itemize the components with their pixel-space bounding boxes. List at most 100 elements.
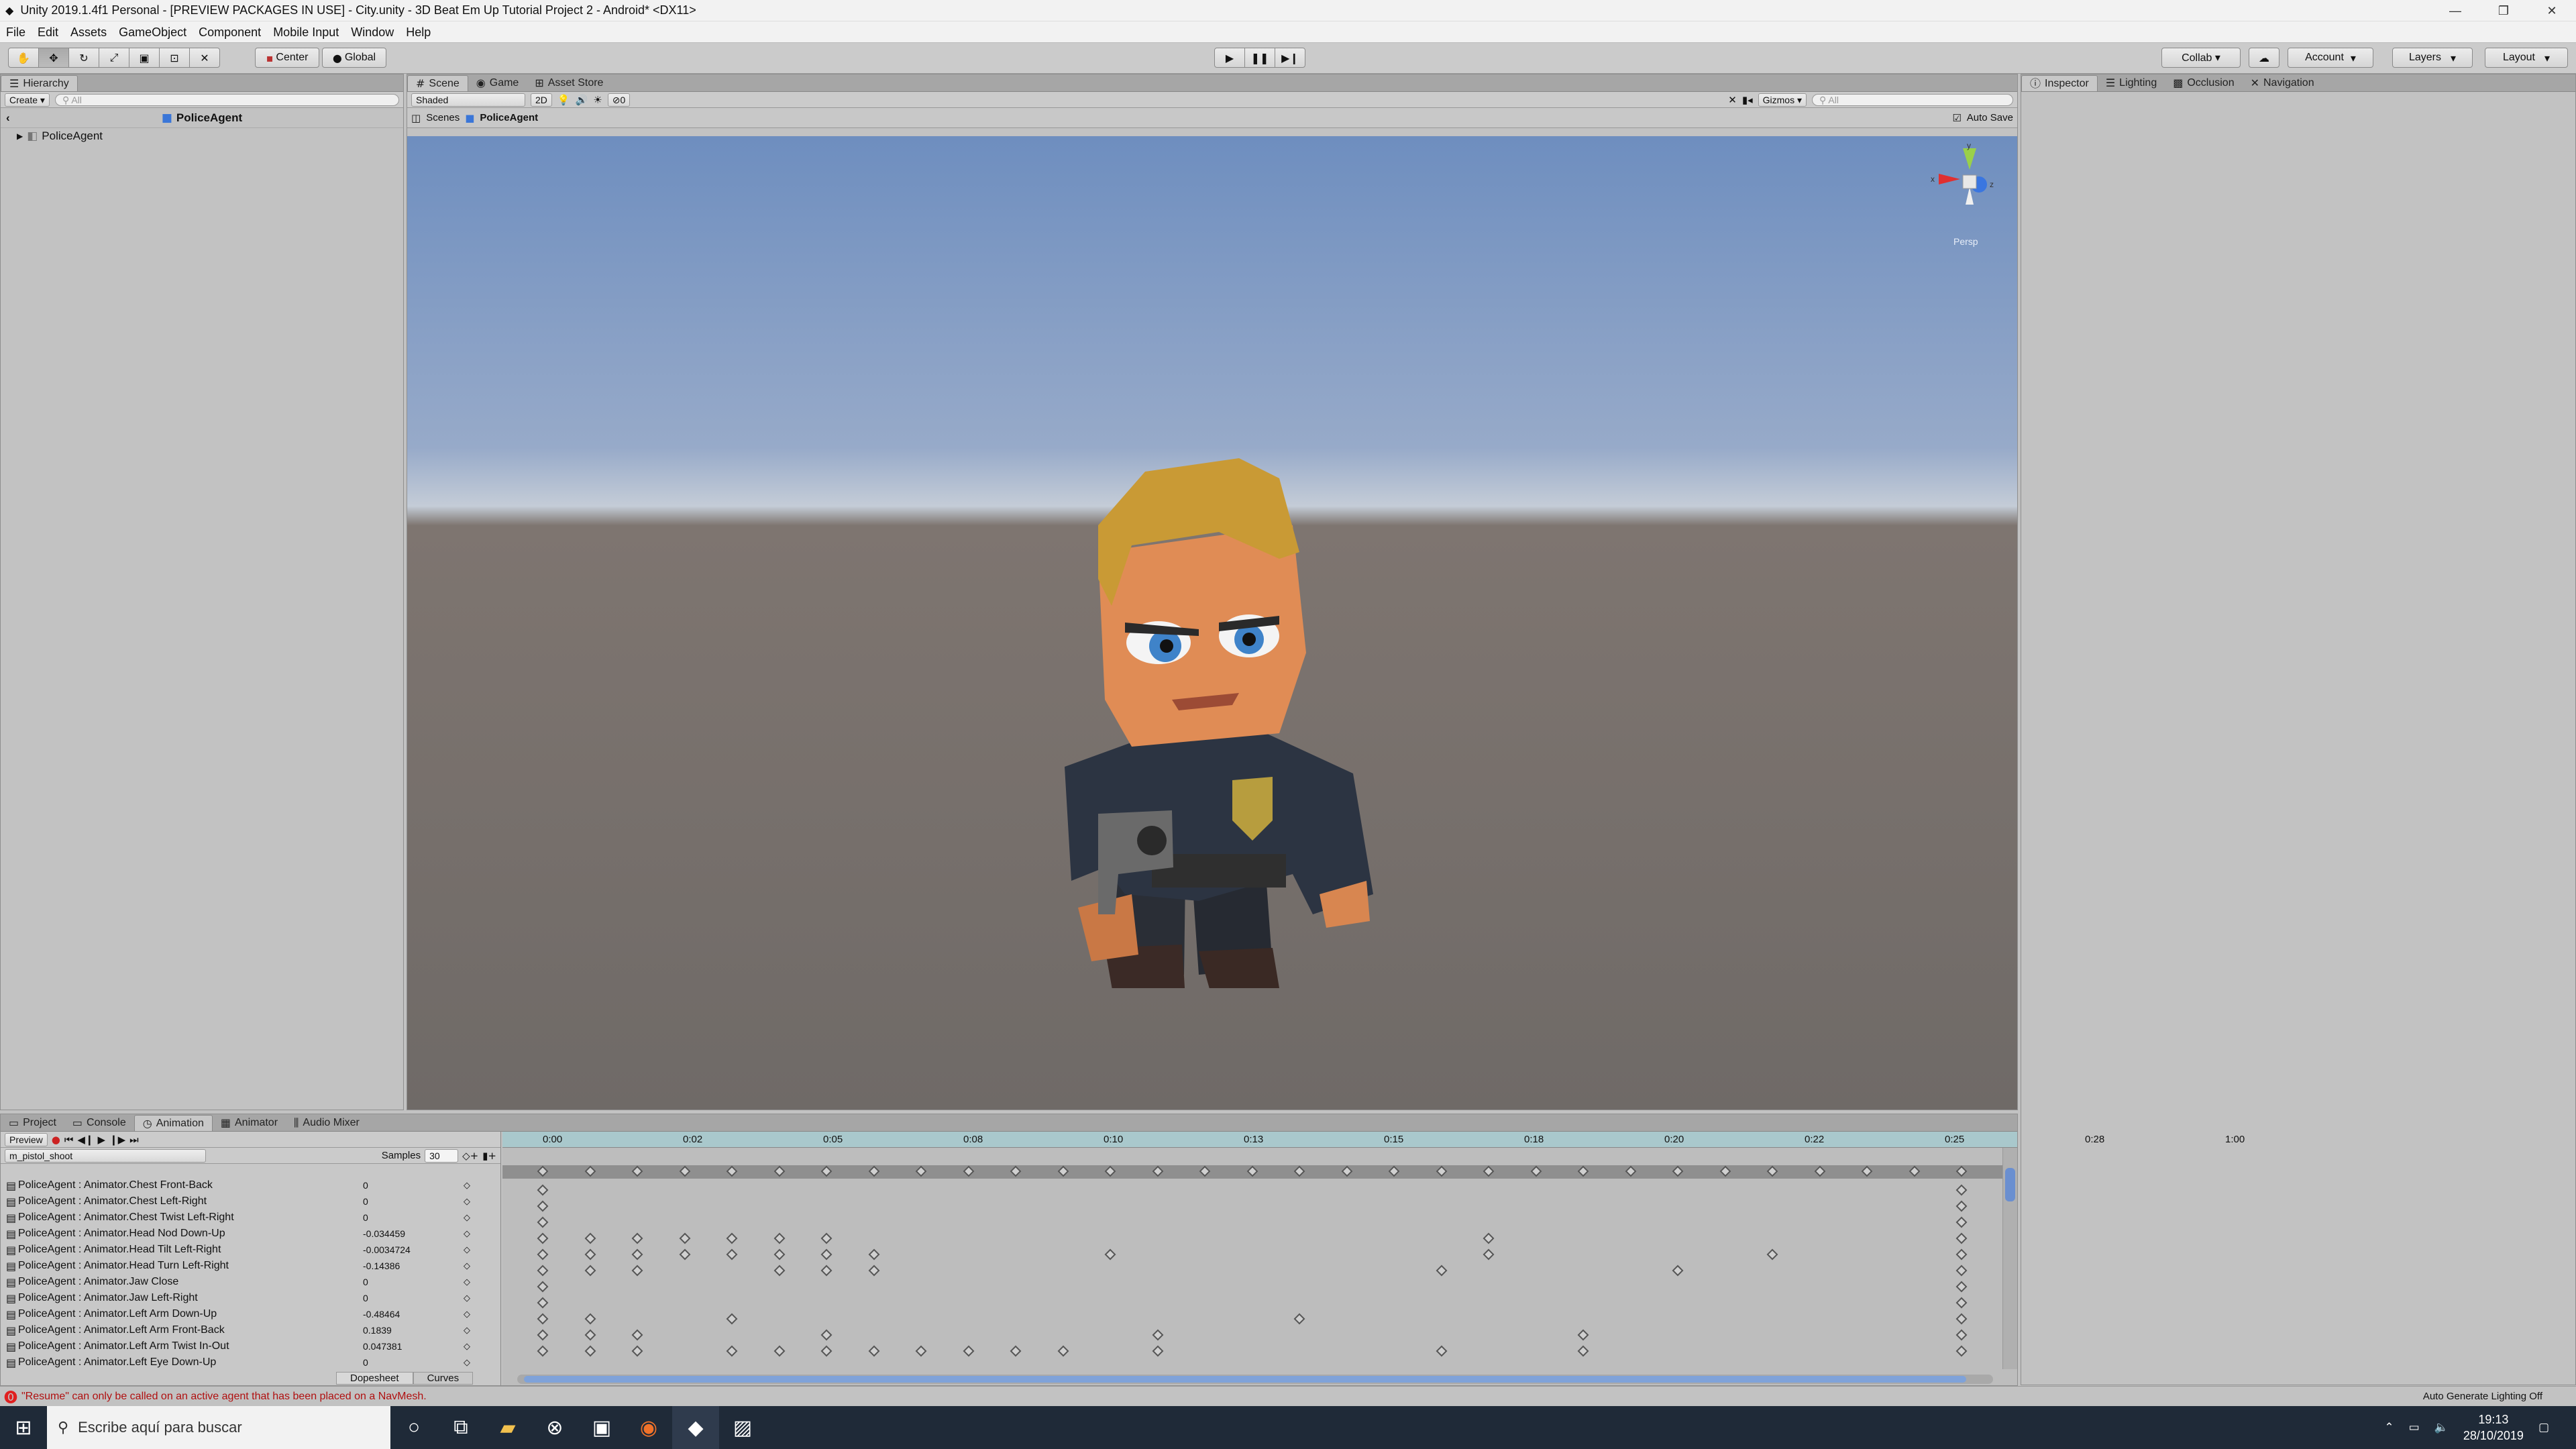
pivot-center-button[interactable]: ▪ Center	[255, 48, 319, 68]
network-icon[interactable]: ▭	[2409, 1421, 2420, 1434]
property-value[interactable]: 0	[363, 1212, 464, 1223]
breadcrumb-scenes[interactable]: Scenes	[426, 112, 460, 123]
property-row[interactable]: ▤ PoliceAgent : Animator.Chest Left-Right…	[1, 1193, 500, 1210]
keyframe-icon[interactable]	[1104, 1248, 1116, 1260]
tab-dopesheet[interactable]: Dopesheet	[336, 1371, 413, 1385]
keyframe-icon[interactable]	[1530, 1165, 1542, 1177]
keyframe-icon[interactable]	[1955, 1345, 1968, 1357]
key-toggle-icon[interactable]: ◇	[464, 1181, 470, 1191]
keyframe-icon[interactable]	[1483, 1232, 1495, 1244]
property-row[interactable]: ▤ PoliceAgent : Animator.Chest Front-Back…	[1, 1177, 500, 1193]
property-row[interactable]: ▤ PoliceAgent : Animator.Chest Twist Left…	[1, 1210, 500, 1226]
property-value[interactable]: 0	[363, 1180, 464, 1191]
keyframe-icon[interactable]	[1766, 1248, 1778, 1260]
close-button[interactable]: ✕	[2528, 0, 2576, 21]
lighting-status[interactable]: Auto Generate Lighting Off	[2423, 1391, 2542, 1402]
transform-tool-button[interactable]: ⊡	[159, 48, 190, 68]
property-row[interactable]: ▤ PoliceAgent : Animator.Jaw Close 0 ◇	[1, 1274, 500, 1290]
tab-hierarchy[interactable]: ☰ Hierarchy	[1, 75, 78, 91]
lighting-toggle-icon[interactable]: 💡	[557, 94, 570, 106]
keyframe-icon[interactable]	[1955, 1165, 1968, 1177]
keyframe-icon[interactable]	[773, 1345, 785, 1357]
audio-toggle-icon[interactable]: 🔊	[576, 94, 588, 106]
keyframe-icon[interactable]	[1483, 1248, 1495, 1260]
keyframe-icon[interactable]	[773, 1165, 785, 1177]
create-dropdown[interactable]: Create ▾	[5, 93, 50, 107]
property-row[interactable]: ▤ PoliceAgent : Animator.Head Turn Left-R…	[1, 1258, 500, 1274]
key-toggle-icon[interactable]: ◇	[464, 1293, 470, 1303]
account-dropdown[interactable]: Account ▾	[2288, 48, 2373, 68]
keyframe-icon[interactable]	[1577, 1329, 1589, 1341]
keyframe-icon[interactable]	[1388, 1165, 1400, 1177]
keyframe-icon[interactable]	[584, 1265, 596, 1277]
keyframe-icon[interactable]	[679, 1232, 690, 1244]
property-row[interactable]: ▤ PoliceAgent : Animator.Left Arm Twist I…	[1, 1338, 500, 1354]
keyframe-icon[interactable]	[1483, 1165, 1495, 1177]
keyframe-icon[interactable]	[1955, 1200, 1968, 1212]
play-icon[interactable]: ▶	[98, 1134, 106, 1146]
keyframe-icon[interactable]	[726, 1313, 738, 1325]
keyframe-icon[interactable]	[1152, 1345, 1163, 1357]
menu-file[interactable]: File	[0, 21, 32, 43]
tools-icon[interactable]: ✕	[1728, 94, 1737, 106]
keyframe-icon[interactable]	[537, 1232, 549, 1244]
keyframe-icon[interactable]	[1293, 1165, 1305, 1177]
keyframe-icon[interactable]	[537, 1313, 549, 1325]
keyframe-icon[interactable]	[1672, 1265, 1684, 1277]
tab-project[interactable]: ▭ Project	[1, 1115, 64, 1131]
tab-lighting[interactable]: ☰ Lighting	[2098, 75, 2165, 91]
status-message[interactable]: "Resume" can only be called on an active…	[21, 1391, 427, 1403]
keyframe-icon[interactable]	[773, 1232, 785, 1244]
keyframe-icon[interactable]	[631, 1165, 643, 1177]
keyframe-icon[interactable]	[537, 1297, 549, 1309]
keyframe-icon[interactable]	[1861, 1165, 1873, 1177]
property-row[interactable]: ▤ PoliceAgent : Animator.Head Tilt Left-R…	[1, 1242, 500, 1258]
tab-animation[interactable]: ◷ Animation	[133, 1115, 213, 1131]
unity-taskbar-icon[interactable]: ◆	[672, 1406, 719, 1449]
first-key-icon[interactable]: ⏮	[64, 1134, 74, 1146]
add-event-icon[interactable]: ▮+	[482, 1150, 496, 1162]
keyframe-icon[interactable]	[1577, 1165, 1589, 1177]
keyframe-icon[interactable]	[584, 1329, 596, 1341]
expand-arrow-icon[interactable]: ▶	[17, 131, 23, 141]
tab-game[interactable]: ◉ Game	[468, 75, 527, 91]
keyframe-icon[interactable]	[868, 1165, 879, 1177]
hidden-objects-toggle[interactable]: ⊘0	[607, 93, 631, 107]
keyframe-icon[interactable]	[584, 1232, 596, 1244]
keyframe-icon[interactable]	[537, 1329, 549, 1341]
property-row[interactable]: ▤ PoliceAgent : Animator.Head Nod Down-Up…	[1, 1226, 500, 1242]
keyframe-icon[interactable]	[631, 1345, 643, 1357]
keyframe-icon[interactable]	[1955, 1216, 1968, 1228]
key-toggle-icon[interactable]: ◇	[464, 1326, 470, 1336]
tab-curves[interactable]: Curves	[413, 1371, 474, 1385]
property-value[interactable]: -0.034459	[363, 1228, 464, 1239]
layers-dropdown[interactable]: Layers ▾	[2392, 48, 2473, 68]
keyframe-icon[interactable]	[537, 1216, 549, 1228]
xbox-icon[interactable]: ⊗	[531, 1406, 578, 1449]
keyframe-icon[interactable]	[1293, 1313, 1305, 1325]
keyframe-icon[interactable]	[1436, 1165, 1447, 1177]
keyframe-icon[interactable]	[773, 1265, 785, 1277]
volume-icon[interactable]: 🔈	[2434, 1421, 2449, 1434]
keyframe-icon[interactable]	[1057, 1345, 1069, 1357]
tab-occlusion[interactable]: ▩ Occlusion	[2165, 75, 2242, 91]
keyframe-icon[interactable]	[1814, 1165, 1825, 1177]
record-icon[interactable]: ●	[52, 1134, 60, 1146]
keyframes-area[interactable]	[502, 1132, 2002, 1373]
step-button[interactable]: ▶❙	[1275, 48, 1305, 68]
menu-window[interactable]: Window	[345, 21, 400, 43]
keyframe-icon[interactable]	[631, 1248, 643, 1260]
samples-input[interactable]: 30	[425, 1148, 459, 1163]
tab-console[interactable]: ▭ Console	[64, 1115, 134, 1131]
keyframe-icon[interactable]	[726, 1165, 738, 1177]
key-toggle-icon[interactable]: ◇	[464, 1213, 470, 1223]
scale-tool-button[interactable]: ⤢	[99, 48, 129, 68]
prev-key-icon[interactable]: ◀❙	[77, 1134, 93, 1146]
keyframe-icon[interactable]	[1955, 1248, 1968, 1260]
checkbox-checked-icon[interactable]: ☑	[1952, 112, 1961, 124]
keyframe-icon[interactable]	[1152, 1165, 1163, 1177]
property-row[interactable]: ▤ PoliceAgent : Animator.Left Arm Front-B…	[1, 1322, 500, 1338]
hierarchy-item[interactable]: ▶ ◧ PoliceAgent	[1, 128, 403, 144]
keyframe-icon[interactable]	[584, 1345, 596, 1357]
keyframe-icon[interactable]	[1152, 1329, 1163, 1341]
